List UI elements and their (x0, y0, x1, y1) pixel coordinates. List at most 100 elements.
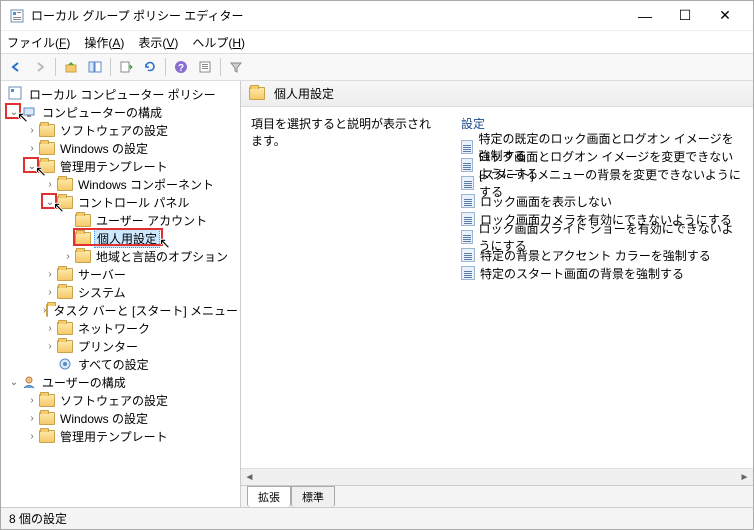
titlebar: ローカル グループ ポリシー エディター — ☐ ✕ (1, 1, 753, 31)
expand-icon[interactable]: › (43, 323, 57, 334)
tree-item-uwindows[interactable]: ›Windows の設定 (1, 409, 240, 427)
folder-icon (39, 394, 55, 407)
menu-file[interactable]: ファイル(F) (7, 34, 70, 51)
tree-item-control-panel[interactable]: ⌄コントロール パネル ↖ (1, 193, 240, 211)
folder-icon (57, 340, 73, 353)
horizontal-scrollbar[interactable]: ◄ ► (241, 468, 753, 485)
settings-list: 特定の既定のロック画面とログオン イメージを強制するロック画面とログオン イメー… (461, 138, 743, 282)
expand-icon[interactable]: › (43, 179, 57, 190)
setting-item[interactable]: ロック画面スライド ショーを有効にできないようにする (461, 228, 743, 246)
tree-user-config[interactable]: ⌄ユーザーの構成 (1, 373, 240, 391)
expand-icon[interactable]: ⌄ (43, 197, 57, 208)
expand-icon[interactable]: › (43, 287, 57, 298)
window-title: ローカル グループ ポリシー エディター (31, 7, 625, 24)
expand-icon[interactable]: › (25, 143, 39, 154)
tree-item-win-components[interactable]: ›Windows コンポーネント (1, 175, 240, 193)
setting-item[interactable]: 特定の背景とアクセント カラーを強制する (461, 246, 743, 264)
export-button[interactable] (115, 56, 137, 78)
folder-icon (75, 250, 91, 263)
expand-icon[interactable]: › (25, 125, 39, 136)
folder-icon (75, 232, 91, 245)
folder-icon (39, 430, 55, 443)
tree-item-printers[interactable]: ›プリンター (1, 337, 240, 355)
tree-item-admin-templates[interactable]: ⌄管理用テンプレート ↖ (1, 157, 240, 175)
tree-item-uadmin[interactable]: ›管理用テンプレート (1, 427, 240, 445)
expand-icon[interactable]: › (43, 341, 57, 352)
policy-setting-icon (461, 212, 475, 226)
policy-setting-icon (461, 230, 473, 244)
tree-item-server[interactable]: ›サーバー (1, 265, 240, 283)
user-icon (21, 374, 37, 390)
content-title: 個人用設定 (274, 85, 334, 102)
tree-item-usoftware[interactable]: ›ソフトウェアの設定 (1, 391, 240, 409)
minimize-button[interactable]: — (625, 2, 665, 30)
tab-standard[interactable]: 標準 (291, 486, 335, 507)
back-button[interactable] (5, 56, 27, 78)
svg-text:?: ? (178, 63, 184, 74)
tree-computer-config[interactable]: ⌄ コンピューターの構成 ↖ (1, 103, 240, 121)
tree-label: コンピューターの構成 (40, 104, 164, 121)
folder-icon (57, 196, 73, 209)
tab-extended[interactable]: 拡張 (247, 486, 291, 507)
tree-item-taskbar[interactable]: ›タスク バーと [スタート] メニュー (1, 301, 240, 319)
policy-setting-icon (461, 140, 473, 154)
expand-icon[interactable]: ⌄ (7, 377, 21, 388)
window-controls: — ☐ ✕ (625, 2, 745, 30)
content-pane: 個人用設定 項目を選択すると説明が表示されます。 設定 特定の既定のロック画面と… (241, 81, 753, 507)
menubar: ファイル(F) 操作(A) 表示(V) ヘルプ(H) (1, 31, 753, 53)
filter-button[interactable] (225, 56, 247, 78)
up-button[interactable] (60, 56, 82, 78)
folder-icon (249, 87, 265, 100)
tree-item-all-settings[interactable]: すべての設定 (1, 355, 240, 373)
main-area: ローカル コンピューター ポリシー ⌄ コンピューターの構成 ↖ ›ソフトウェア… (1, 81, 753, 507)
setting-label: 特定の背景とアクセント カラーを強制する (480, 247, 711, 264)
tree-item-system[interactable]: ›システム (1, 283, 240, 301)
tree-pane[interactable]: ローカル コンピューター ポリシー ⌄ コンピューターの構成 ↖ ›ソフトウェア… (1, 81, 241, 507)
tree-item-region[interactable]: ›地域と言語のオプション (1, 247, 240, 265)
menu-help[interactable]: ヘルプ(H) (192, 34, 245, 51)
folder-icon (39, 124, 55, 137)
policy-setting-icon (461, 158, 473, 172)
folder-icon (39, 412, 55, 425)
tree-item-software[interactable]: ›ソフトウェアの設定 (1, 121, 240, 139)
expand-icon[interactable]: › (25, 431, 39, 442)
help-button[interactable]: ? (170, 56, 192, 78)
scroll-track[interactable] (258, 469, 736, 486)
toolbar: ? (1, 53, 753, 81)
expand-icon[interactable]: › (43, 269, 57, 280)
view-tabs: 拡張 標準 (241, 485, 753, 507)
tree-item-windows[interactable]: ›Windows の設定 (1, 139, 240, 157)
tree-item-user-accounts[interactable]: ユーザー アカウント (1, 211, 240, 229)
tree-item-personalization[interactable]: 個人用設定 ↖ (1, 229, 240, 247)
folder-icon (57, 178, 73, 191)
show-hide-tree-button[interactable] (84, 56, 106, 78)
scroll-left-button[interactable]: ◄ (241, 469, 258, 486)
properties-button[interactable] (194, 56, 216, 78)
setting-item[interactable]: 特定のスタート画面の背景を強制する (461, 264, 743, 282)
expand-icon[interactable]: ⌄ (25, 161, 39, 172)
expand-icon[interactable]: › (25, 413, 39, 424)
expand-icon[interactable]: › (61, 251, 75, 262)
scroll-right-button[interactable]: ► (736, 469, 753, 486)
policy-setting-icon (461, 194, 475, 208)
folder-icon (57, 268, 73, 281)
menu-action[interactable]: 操作(A) (84, 34, 124, 51)
description-column: 項目を選択すると説明が表示されます。 (251, 115, 441, 460)
forward-button[interactable] (29, 56, 51, 78)
expand-icon[interactable]: › (25, 395, 39, 406)
maximize-button[interactable]: ☐ (665, 2, 705, 30)
tree-root[interactable]: ローカル コンピューター ポリシー (1, 85, 240, 103)
policy-icon (7, 85, 23, 104)
content-body: 項目を選択すると説明が表示されます。 設定 特定の既定のロック画面とログオン イ… (241, 107, 753, 468)
folder-icon (39, 160, 55, 173)
description-text: 項目を選択すると説明が表示されます。 (251, 115, 441, 149)
folder-icon (39, 142, 55, 155)
refresh-button[interactable] (139, 56, 161, 78)
setting-item[interactable]: [スタート] メニューの背景を変更できないようにする (461, 174, 743, 192)
menu-view[interactable]: 表示(V) (138, 34, 178, 51)
setting-label: ロック画面を表示しない (480, 193, 612, 210)
settings-column: 設定 特定の既定のロック画面とログオン イメージを強制するロック画面とログオン … (461, 115, 743, 460)
expand-icon[interactable]: ⌄ (7, 107, 21, 118)
tree-item-network[interactable]: ›ネットワーク (1, 319, 240, 337)
close-button[interactable]: ✕ (705, 2, 745, 30)
